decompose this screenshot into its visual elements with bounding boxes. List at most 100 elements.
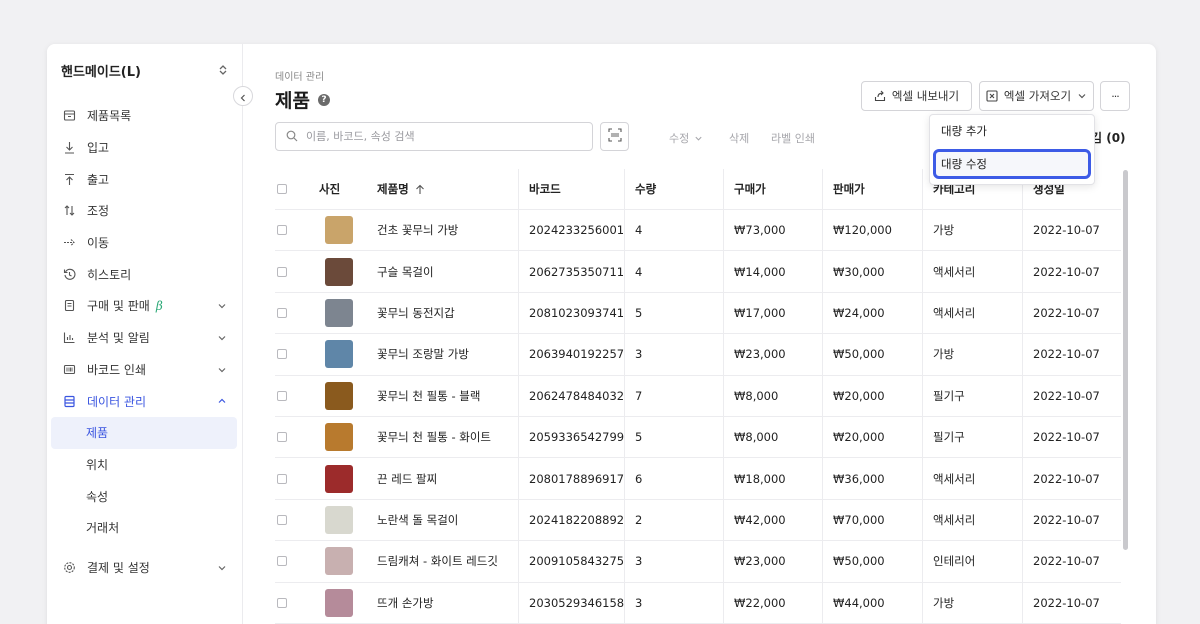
sidebar-subitem-label: 거래처: [86, 521, 120, 536]
created-date-cell: 2022-10-07: [1022, 582, 1121, 623]
purchase-price-cell: ₩14,000: [723, 251, 822, 292]
sidebar-item-outbound[interactable]: 출고: [51, 163, 237, 195]
column-header-purchase-price[interactable]: 구매가: [723, 169, 822, 209]
photo-cell: [309, 417, 377, 457]
table-row[interactable]: 드림캐쳐 - 화이트 레드깃 2009105843275 3 ₩23,000 ₩…: [275, 541, 1121, 583]
bulk-edit-option[interactable]: 대량 수정: [933, 149, 1091, 179]
sidebar-item-adjust[interactable]: 조정: [51, 195, 237, 227]
sidebar-item-label: 분석 및 알림: [87, 331, 150, 346]
more-dots-icon: ···: [1111, 89, 1119, 103]
sidebar-subitem-locations[interactable]: 위치: [51, 449, 237, 481]
column-header-quantity[interactable]: 수량: [624, 169, 723, 209]
table-row[interactable]: 꽃무늬 천 필통 - 화이트 2059336542799 5 ₩8,000 ₩2…: [275, 416, 1121, 459]
row-checkbox[interactable]: [277, 390, 287, 401]
sale-price-cell: ₩50,000: [822, 334, 922, 375]
column-header-name-label: 제품명: [377, 182, 409, 196]
product-thumbnail: [325, 340, 353, 369]
bulk-add-option[interactable]: 대량 추가: [930, 115, 1094, 147]
table-row[interactable]: 끈 레드 팔찌 2080178896917 6 ₩18,000 ₩36,000 …: [275, 458, 1121, 500]
sidebar-subitem-products[interactable]: 제품: [51, 416, 237, 449]
purchase-price-cell: ₩22,000: [723, 582, 822, 623]
sale-price-cell: ₩30,000: [822, 251, 922, 292]
row-checkbox-cell: [275, 458, 309, 498]
sidebar-item-analytics[interactable]: 분석 및 알림: [51, 322, 237, 354]
photo-cell: [309, 541, 377, 581]
table-row[interactable]: 건초 꽃무늬 가방 2024233256001 4 ₩73,000 ₩120,0…: [275, 210, 1121, 252]
sidebar-collapse-button[interactable]: [233, 86, 253, 106]
row-checkbox[interactable]: [277, 473, 287, 484]
created-date-cell: 2022-10-07: [1022, 210, 1121, 251]
product-table: 사진 제품명 바코드 수량 구매가 판매가 카테고리 생성일 건초 꽃무늬 가방…: [275, 169, 1121, 624]
purchase-price-cell: ₩17,000: [723, 292, 822, 334]
table-row[interactable]: 꽃무늬 조랑말 가방 2063940192257 3 ₩23,000 ₩50,0…: [275, 334, 1121, 376]
column-header-name[interactable]: 제품명: [377, 169, 518, 209]
chevron-down-icon: [694, 134, 703, 143]
table-row[interactable]: 노란색 돌 목걸이 2024182208892 2 ₩42,000 ₩70,00…: [275, 499, 1121, 542]
row-checkbox[interactable]: [277, 597, 287, 608]
row-checkbox[interactable]: [277, 556, 287, 567]
sidebar-item-label: 히스토리: [87, 267, 132, 282]
product-name: 꽃무늬 조랑말 가방: [377, 347, 469, 362]
column-header-sale-price[interactable]: 판매가: [822, 169, 922, 209]
column-header-barcode[interactable]: 바코드: [518, 169, 624, 209]
table-row[interactable]: 뜨개 손가방 2030529346158 3 ₩22,000 ₩44,000 가…: [275, 582, 1121, 624]
breadcrumb[interactable]: 데이터 관리: [275, 68, 324, 83]
select-all-checkbox[interactable]: [277, 184, 287, 194]
table-scrollbar[interactable]: [1123, 170, 1128, 550]
label-print-button[interactable]: 라벨 인쇄: [771, 130, 815, 146]
edit-dropdown-button[interactable]: 수정: [669, 130, 703, 146]
table-row[interactable]: 꽃무늬 동전지갑 2081023093741 5 ₩17,000 ₩24,000…: [275, 292, 1121, 335]
table-row[interactable]: 꽃무늬 천 필통 - 블랙 2062478484032 7 ₩8,000 ₩20…: [275, 375, 1121, 417]
excel-import-button[interactable]: 엑셀 가져오기: [979, 81, 1094, 111]
row-checkbox[interactable]: [277, 514, 287, 525]
sidebar-item-label: 바코드 인쇄: [87, 362, 147, 377]
sidebar-item-move[interactable]: 이동: [51, 227, 237, 259]
sidebar-item-product-list[interactable]: 제품목록: [51, 100, 237, 132]
category-cell: 필기구: [922, 375, 1022, 416]
excel-import-dropdown: 대량 추가 대량 수정: [929, 114, 1095, 185]
sidebar-item-history[interactable]: 히스토리: [51, 258, 237, 290]
delete-button[interactable]: 삭제: [729, 130, 749, 146]
chevron-down-icon: [1077, 91, 1087, 101]
edit-label: 수정: [669, 132, 690, 145]
header-checkbox-cell: [275, 169, 309, 209]
excel-export-button[interactable]: 엑셀 내보내기: [861, 81, 972, 111]
product-name: 꽃무늬 천 필통 - 블랙: [377, 388, 481, 403]
row-checkbox[interactable]: [277, 266, 287, 277]
sidebar-subitem-partners[interactable]: 거래처: [51, 512, 237, 544]
sidebar-item-label: 구매 및 판매: [87, 299, 150, 314]
row-checkbox[interactable]: [277, 432, 287, 443]
photo-cell: [309, 251, 377, 291]
sidebar-item-billing-settings[interactable]: 결제 및 설정: [51, 552, 237, 584]
more-options-button[interactable]: ···: [1100, 81, 1130, 111]
row-checkbox[interactable]: [277, 307, 287, 318]
sidebar-item-purchase-sales[interactable]: 구매 및 판매 β: [51, 290, 237, 322]
barcode-cell: 2009105843275: [518, 541, 624, 582]
purchase-price-cell: ₩8,000: [723, 375, 822, 416]
help-icon[interactable]: ?: [317, 93, 330, 106]
photo-cell: [309, 376, 377, 416]
barcode-scan-button[interactable]: [600, 122, 629, 151]
product-name: 끈 레드 팔찌: [377, 471, 438, 486]
chevron-up-icon: [217, 395, 227, 409]
row-checkbox-cell: [275, 376, 309, 416]
row-checkbox[interactable]: [277, 225, 287, 236]
product-thumbnail: [325, 381, 353, 410]
row-checkbox-cell: [275, 251, 309, 291]
search-field[interactable]: [275, 122, 593, 151]
search-input[interactable]: [306, 130, 576, 143]
table-row[interactable]: 구슬 목걸이 2062735350711 4 ₩14,000 ₩30,000 액…: [275, 251, 1121, 293]
row-checkbox[interactable]: [277, 349, 287, 360]
product-thumbnail: [325, 298, 353, 327]
sidebar: 핸드메이드(L) 제품목록 입고 출고 조정 이동 히스토리 구매 및 판매 β…: [47, 44, 243, 624]
sidebar-item-label: 출고: [87, 172, 110, 187]
store-switcher[interactable]: 핸드메이드(L): [61, 60, 227, 80]
arrow-right-icon: [61, 235, 77, 251]
barcode-cell: 2062478484032: [518, 375, 624, 416]
category-cell: 가방: [922, 582, 1022, 623]
sidebar-subitem-attributes[interactable]: 속성: [51, 480, 237, 512]
purchase-price-cell: ₩42,000: [723, 499, 822, 541]
sidebar-item-data-management[interactable]: 데이터 관리: [51, 385, 237, 417]
sidebar-item-inbound[interactable]: 입고: [51, 132, 237, 164]
sidebar-item-barcode-print[interactable]: 바코드 인쇄: [51, 354, 237, 386]
